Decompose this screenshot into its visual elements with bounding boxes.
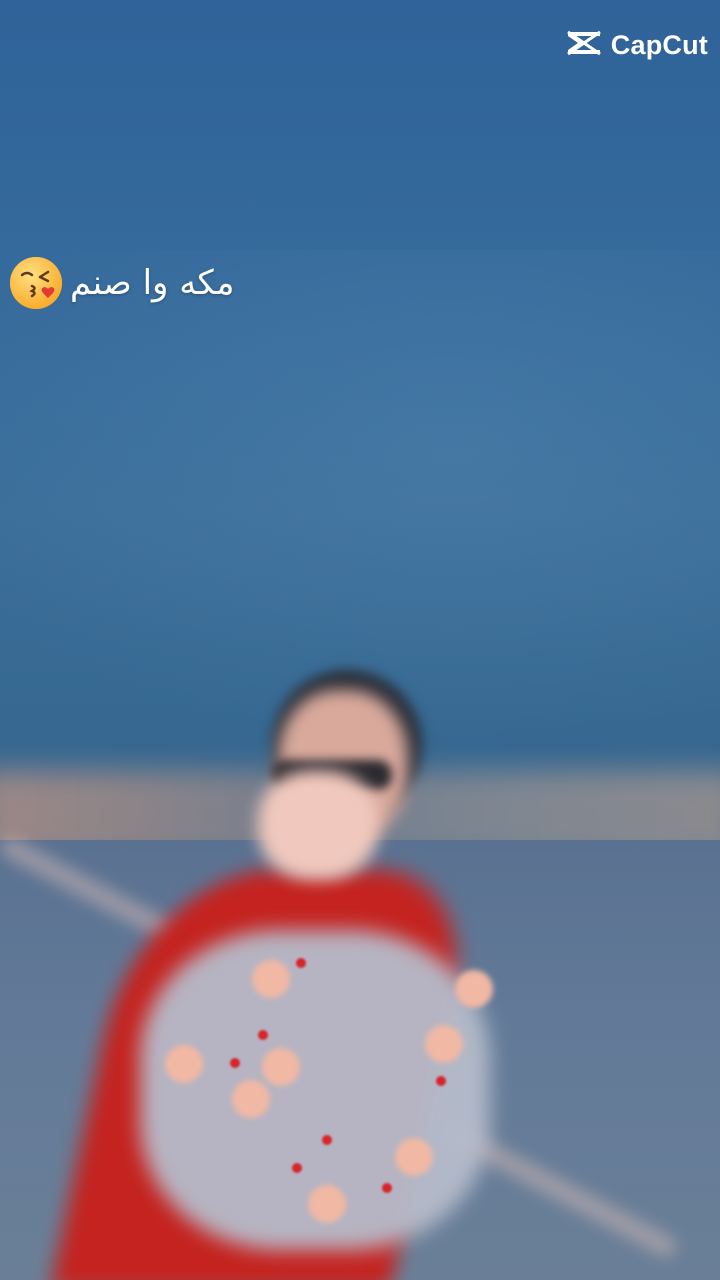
capcut-watermark: CapCut <box>565 28 708 62</box>
caption-text: مکه وا صنم <box>70 263 235 303</box>
person-figure <box>0 0 720 1280</box>
capcut-brand-text: CapCut <box>610 29 708 60</box>
face-blowing-a-kiss-icon <box>8 255 64 311</box>
capcut-logo-icon <box>565 28 603 62</box>
video-frame: مکه وا صنم CapCut <box>0 0 720 1280</box>
hand <box>258 770 378 880</box>
video-caption: مکه وا صنم <box>8 248 234 318</box>
